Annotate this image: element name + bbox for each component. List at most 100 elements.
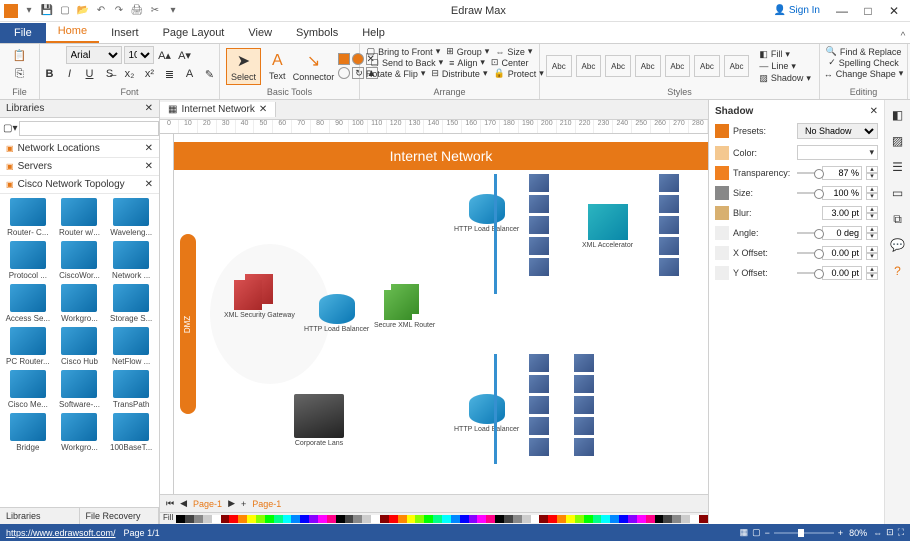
xoffset-value[interactable] [822,246,862,260]
shape-item[interactable]: Network ... [107,241,155,280]
shape-item[interactable]: Waveleng... [107,198,155,237]
shape-item[interactable]: Storage S... [107,284,155,323]
bullets-icon[interactable]: ≣ [161,65,179,83]
tab-page-layout[interactable]: Page Layout [151,23,237,43]
send-back-button[interactable]: ▢ Send to Back ▾ [369,57,446,68]
tab-view[interactable]: View [236,23,284,43]
style-preset-3[interactable]: Abc [605,55,631,77]
shape-item[interactable]: Workgro... [56,284,104,323]
font-shrink-icon[interactable]: A▾ [176,46,194,64]
copy-icon[interactable]: ⎘ [11,65,29,83]
dock-layer-icon[interactable]: ⧉ [889,210,907,228]
shape-item[interactable]: Router- C... [4,198,52,237]
shape-item[interactable]: Workgro... [56,413,104,452]
shape-item[interactable]: Bridge [4,413,52,452]
node-secure-xml[interactable]: Secure XML Router [374,284,435,329]
node-xml-accel[interactable]: XML Accelerator [582,204,633,249]
yoffset-value[interactable] [822,266,862,280]
tab-symbols[interactable]: Symbols [284,23,350,43]
align-button[interactable]: ≡ Align ▾ [447,57,487,68]
document-tab[interactable]: ▦ Internet Network ✕ [160,102,276,117]
blur-value[interactable] [822,206,862,220]
sup-button[interactable]: x² [141,65,159,83]
find-replace-button[interactable]: 🔍 Find & Replace [826,46,902,57]
node-http-lb-1[interactable]: HTTP Load Balancer [304,294,369,333]
color-strip[interactable]: Fill [160,512,708,524]
tab-libraries[interactable]: Libraries [0,508,80,524]
sub-button[interactable]: x₂ [121,65,139,83]
select-tool[interactable]: ➤ Select [226,48,261,85]
ribbon-collapse[interactable]: ^ [896,29,910,43]
group-button[interactable]: ⊞ Group ▾ [444,46,491,57]
size-slider[interactable] [797,192,818,194]
fill-button[interactable]: ◧ Fill ▾ [757,49,813,60]
redo-icon[interactable]: ↷ [112,4,126,18]
view-mode-2-icon[interactable]: ▢ [752,527,761,538]
presets-select[interactable]: No Shadow [797,123,878,139]
dock-fill-icon[interactable]: ▨ [889,132,907,150]
save-icon[interactable]: 💾 [40,4,54,18]
open-icon[interactable]: 📂 [76,4,90,18]
dock-theme-icon[interactable]: ◧ [889,106,907,124]
close-button[interactable]: ✕ [882,2,906,20]
rotate-button[interactable]: ↻ Rotate & Flip ▾ [353,68,427,79]
view-mode-1-icon[interactable]: ▦ [740,527,749,538]
underline-button[interactable]: U [81,65,99,83]
fit-width-icon[interactable]: ⇔ [873,528,882,538]
dock-help-icon[interactable]: ? [889,262,907,280]
lib-menu-icon[interactable]: ▢▾ [3,121,17,136]
tab-file-recovery[interactable]: File Recovery [80,508,160,524]
status-url[interactable]: https://www.edrawsoft.com/ [6,528,116,538]
cut-icon[interactable]: ✂ [148,4,162,18]
print-icon[interactable]: 🖨 [130,4,144,18]
shape-item[interactable]: CiscoWor... [56,241,104,280]
minimize-button[interactable]: — [830,2,854,20]
fullscreen-icon[interactable]: ⛶ [898,527,904,538]
tab-help[interactable]: Help [350,23,397,43]
line-button[interactable]: — Line ▾ [757,61,813,72]
new-icon[interactable]: ▢ [58,4,72,18]
node-corp-lans[interactable]: Corporate Lans [294,394,344,447]
maximize-button[interactable]: □ [856,2,880,20]
transparency-value[interactable] [822,166,862,180]
style-preset-6[interactable]: Abc [694,55,720,77]
page-tab-1[interactable]: Page-1 [193,499,222,509]
italic-button[interactable]: I [61,65,79,83]
transparency-slider[interactable] [797,172,818,174]
shape-item[interactable]: Cisco Hub [56,327,104,366]
distribute-button[interactable]: ⊟ Distribute ▾ [429,68,489,79]
zoom-out-icon[interactable]: − [765,528,770,538]
shape-item[interactable]: Software-... [56,370,104,409]
shadow-button[interactable]: ▨ Shadow ▾ [757,73,813,84]
center-button[interactable]: ⊡ Center [489,57,531,68]
node-xml-security[interactable]: XML Security Gateway [224,274,295,319]
style-preset-7[interactable]: Abc [724,55,750,77]
paste-icon[interactable]: 📋 [11,46,29,64]
transp-spinner[interactable]: ▴▾ [866,166,878,180]
spell-check-button[interactable]: ✓ Spelling Check [828,57,899,68]
dock-image-icon[interactable]: ▭ [889,184,907,202]
angle-slider[interactable] [797,232,818,234]
node-stack-1[interactable] [529,174,549,279]
doc-tab-close-icon[interactable]: ✕ [259,104,267,115]
size-value[interactable] [822,186,862,200]
yoff-spinner[interactable]: ▴▾ [866,266,878,280]
shape-item[interactable]: PC Router... [4,327,52,366]
connector-tool[interactable]: ↘ Connector [294,49,334,84]
yoffset-slider[interactable] [797,272,818,274]
bring-front-button[interactable]: ▢ Bring to Front ▾ [365,46,443,57]
tab-insert[interactable]: Insert [99,23,151,43]
xoffset-slider[interactable] [797,252,818,254]
angle-value[interactable] [822,226,862,240]
highlight-icon[interactable]: ✎ [201,65,219,83]
size-spinner[interactable]: ▴▾ [866,186,878,200]
lib-network-locations[interactable]: ▣Network Locations✕ [0,140,159,158]
dock-comment-icon[interactable]: 💬 [889,236,907,254]
font-color-icon[interactable]: A [181,65,199,83]
shape-item[interactable]: 100BaseT... [107,413,155,452]
color-picker[interactable]: ▾ [797,145,878,160]
shape-item[interactable]: Protocol ... [4,241,52,280]
blur-spinner[interactable]: ▴▾ [866,206,878,220]
style-preset-5[interactable]: Abc [665,55,691,77]
page-add-icon[interactable]: + [241,499,246,509]
